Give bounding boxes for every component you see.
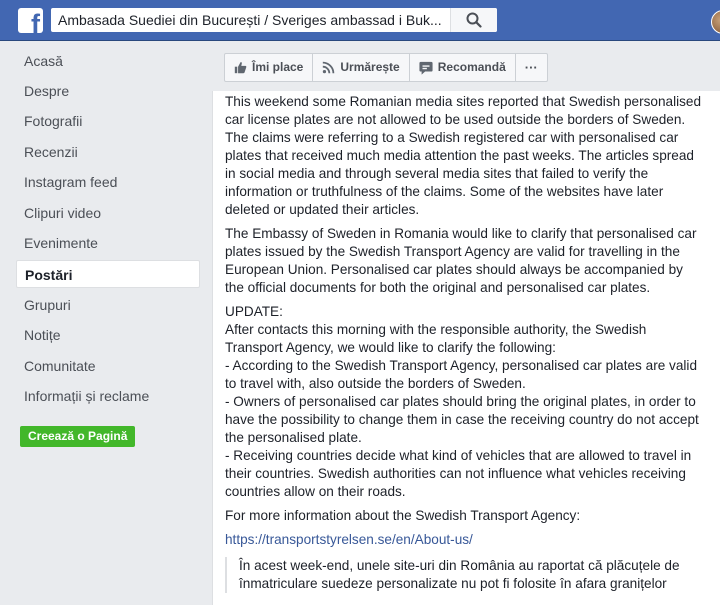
follow-label: Urmărește xyxy=(340,60,400,74)
more-options-button[interactable]: ··· xyxy=(516,54,547,81)
post-body: This weekend some Romanian media sites r… xyxy=(225,93,703,593)
search-button[interactable] xyxy=(450,8,497,32)
post-paragraph-2: The Embassy of Sweden in Romania would l… xyxy=(225,226,697,295)
sidebar-item-evenimente[interactable]: Evenimente xyxy=(16,229,200,257)
sidebar-item-informatii-si-reclame[interactable]: Informații și reclame xyxy=(16,382,200,410)
update-intro: After contacts this morning with the res… xyxy=(225,322,647,355)
update-heading: UPDATE: xyxy=(225,304,283,319)
main-content: Îmi place Urmărește Recomandă ··· This w… xyxy=(212,41,720,605)
post-card: This weekend some Romanian media sites r… xyxy=(212,91,720,605)
transport-agency-link[interactable]: https://transportstyrelsen.se/en/About-u… xyxy=(225,532,473,547)
search-box[interactable]: Ambasada Suediei din București / Sverige… xyxy=(51,8,497,32)
like-label: Îmi place xyxy=(252,60,304,74)
sidebar-item-fotografii[interactable]: Fotografii xyxy=(16,107,200,135)
follow-button[interactable]: Urmărește xyxy=(313,54,410,81)
update-bullet-3: - Receiving countries decide what kind o… xyxy=(225,448,692,499)
translation-quote: În acest week-end, unele site-uri din Ro… xyxy=(225,557,703,593)
facebook-logo-icon[interactable]: f xyxy=(18,8,43,33)
create-page-button[interactable]: Creează o Pagină xyxy=(20,426,136,447)
update-bullet-2: - Owners of personalised car plates shou… xyxy=(225,394,699,445)
search-icon xyxy=(466,12,482,28)
update-bullet-1: - According to the Swedish Transport Age… xyxy=(225,358,698,391)
sidebar-item-grupuri[interactable]: Grupuri xyxy=(16,291,200,319)
top-navigation-bar: f Ambasada Suediei din București / Sveri… xyxy=(0,0,720,41)
page-action-bar: Îmi place Urmărește Recomandă ··· xyxy=(224,53,548,82)
sidebar-item-acasa[interactable]: Acasă xyxy=(16,47,200,75)
recommend-label: Recomandă xyxy=(437,60,506,74)
recommend-button[interactable]: Recomandă xyxy=(410,54,516,81)
like-button[interactable]: Îmi place xyxy=(225,54,314,81)
sidebar-item-comunitate[interactable]: Comunitate xyxy=(16,352,200,380)
avatar[interactable] xyxy=(711,10,720,34)
thumbs-up-icon xyxy=(234,62,247,74)
more-options-icon: ··· xyxy=(524,60,538,75)
sidebar-item-instagram-feed[interactable]: Instagram feed xyxy=(16,168,200,196)
rss-feed-icon xyxy=(323,61,335,74)
more-info-text: For more information about the Swedish T… xyxy=(225,508,581,523)
post-paragraph-1: This weekend some Romanian media sites r… xyxy=(225,94,702,217)
sidebar-item-despre[interactable]: Despre xyxy=(16,77,200,105)
sidebar-item-postari[interactable]: Postări xyxy=(16,260,200,288)
search-input[interactable]: Ambasada Suediei din București / Sverige… xyxy=(58,8,448,32)
sidebar-item-recenzii[interactable]: Recenzii xyxy=(16,138,200,166)
speech-bubble-icon xyxy=(419,61,433,75)
sidebar-item-clipuri-video[interactable]: Clipuri video xyxy=(16,199,200,227)
sidebar-item-notite[interactable]: Notițe xyxy=(16,321,200,349)
page-sidebar: Acasă Despre Fotografii Recenzii Instagr… xyxy=(0,41,212,605)
